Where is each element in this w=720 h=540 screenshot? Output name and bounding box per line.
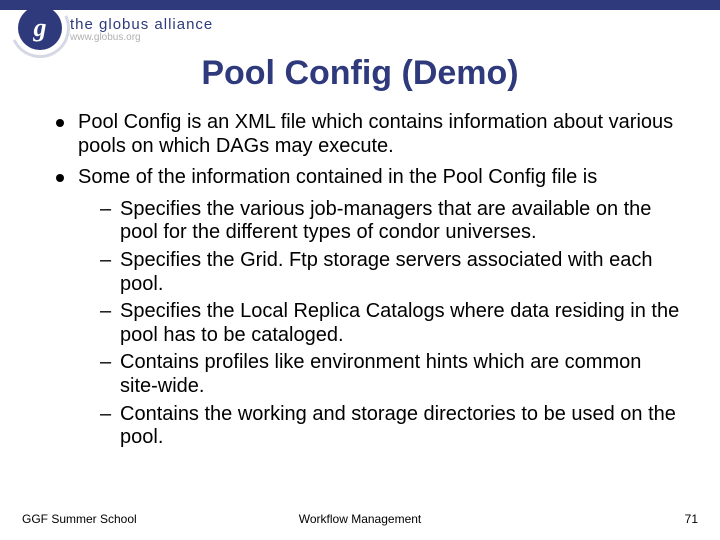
sub-bullet-text: Contains the working and storage directo…	[120, 403, 684, 450]
sub-bullet-text: Specifies the Local Replica Catalogs whe…	[120, 300, 684, 347]
sub-bullet-text: Specifies the various job-managers that …	[120, 198, 684, 245]
bullet-text: Pool Config is an XML file which contain…	[78, 111, 684, 158]
sub-bullet-item: – Specifies the various job-managers tha…	[100, 198, 684, 245]
slide-footer: GGF Summer School Workflow Management 71	[0, 512, 720, 526]
bullet-item: Pool Config is an XML file which contain…	[56, 111, 684, 158]
sub-bullet-item: – Contains profiles like environment hin…	[100, 351, 684, 398]
bullet-text: Some of the information contained in the…	[78, 166, 684, 190]
logo-text: the globus alliance www.globus.org	[70, 17, 213, 43]
sub-bullet-text: Contains profiles like environment hints…	[120, 351, 684, 398]
logo-block: g the globus alliance www.globus.org	[18, 0, 213, 50]
bullet-dot-icon	[56, 174, 64, 182]
bullet-dot-icon	[56, 119, 64, 127]
dash-icon: –	[100, 403, 114, 450]
globus-logo-icon: g	[18, 6, 62, 50]
sub-bullet-item: – Contains the working and storage direc…	[100, 403, 684, 450]
footer-left: GGF Summer School	[22, 512, 137, 526]
slide: g the globus alliance www.globus.org Poo…	[0, 0, 720, 540]
logo-line1: the globus alliance	[70, 17, 213, 32]
dash-icon: –	[100, 300, 114, 347]
sub-bullet-text: Specifies the Grid. Ftp storage servers …	[120, 249, 684, 296]
dash-icon: –	[100, 351, 114, 398]
bullet-item: Some of the information contained in the…	[56, 166, 684, 190]
slide-title: Pool Config (Demo)	[0, 54, 720, 93]
dash-icon: –	[100, 198, 114, 245]
sub-bullet-item: – Specifies the Grid. Ftp storage server…	[100, 249, 684, 296]
sub-bullet-list: – Specifies the various job-managers tha…	[100, 198, 684, 450]
dash-icon: –	[100, 249, 114, 296]
logo-line2: www.globus.org	[70, 33, 213, 43]
footer-page-number: 71	[685, 512, 698, 526]
sub-bullet-item: – Specifies the Local Replica Catalogs w…	[100, 300, 684, 347]
slide-body: Pool Config is an XML file which contain…	[0, 93, 720, 450]
